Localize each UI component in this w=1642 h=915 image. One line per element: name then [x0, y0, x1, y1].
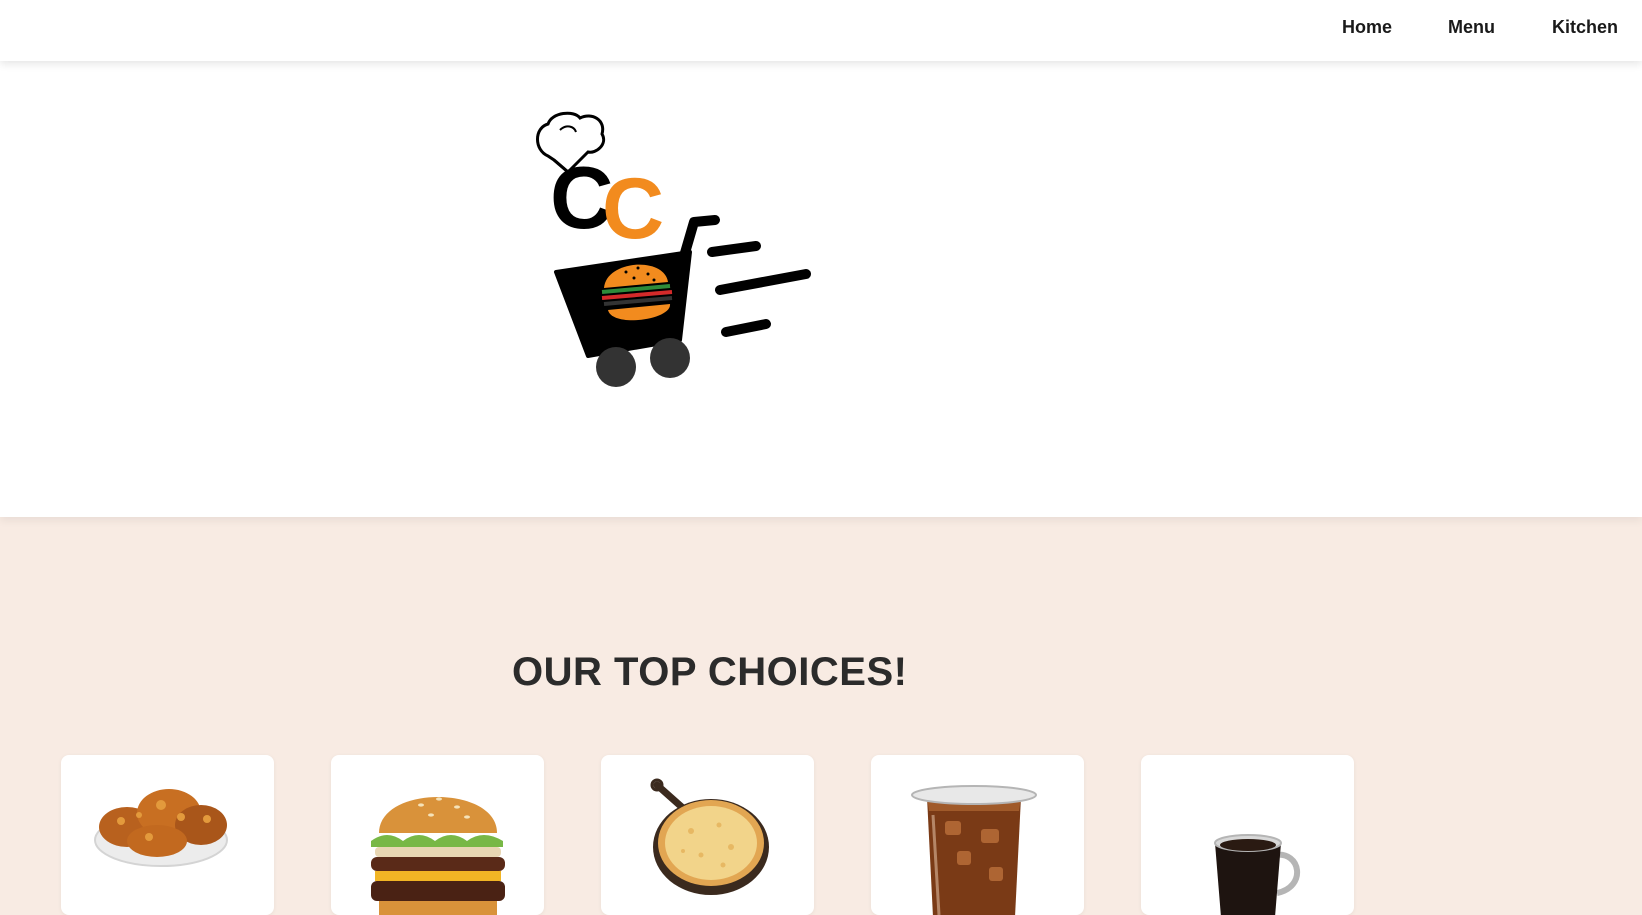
logo-letter-c-orange: C — [602, 161, 664, 257]
menu-card-burger[interactable] — [331, 755, 544, 915]
brand-logo: C C — [536, 111, 811, 387]
speed-lines — [707, 241, 811, 337]
nav-menu-link[interactable]: Menu — [1448, 17, 1495, 38]
top-navbar: Home Menu Kitchen — [0, 0, 1642, 61]
menu-card-fried-chicken[interactable] — [61, 755, 274, 915]
burger-icon — [371, 797, 505, 915]
cart-wheel-right — [650, 338, 690, 378]
menu-card-pizza[interactable] — [601, 755, 814, 915]
pizza-icon — [650, 778, 769, 895]
nav-kitchen-link[interactable]: Kitchen — [1552, 17, 1618, 38]
fried-chicken-icon — [94, 789, 228, 867]
cart-wheel-left — [596, 347, 636, 387]
menu-card-iced-cola[interactable] — [871, 755, 1084, 915]
nav-home-link[interactable]: Home — [1342, 17, 1392, 38]
iced-cola-icon — [911, 785, 1037, 915]
menu-card-coffee[interactable] — [1141, 755, 1354, 915]
coffee-mug-icon — [1214, 834, 1300, 915]
top-choices-title: OUR TOP CHOICES! — [512, 650, 908, 694]
